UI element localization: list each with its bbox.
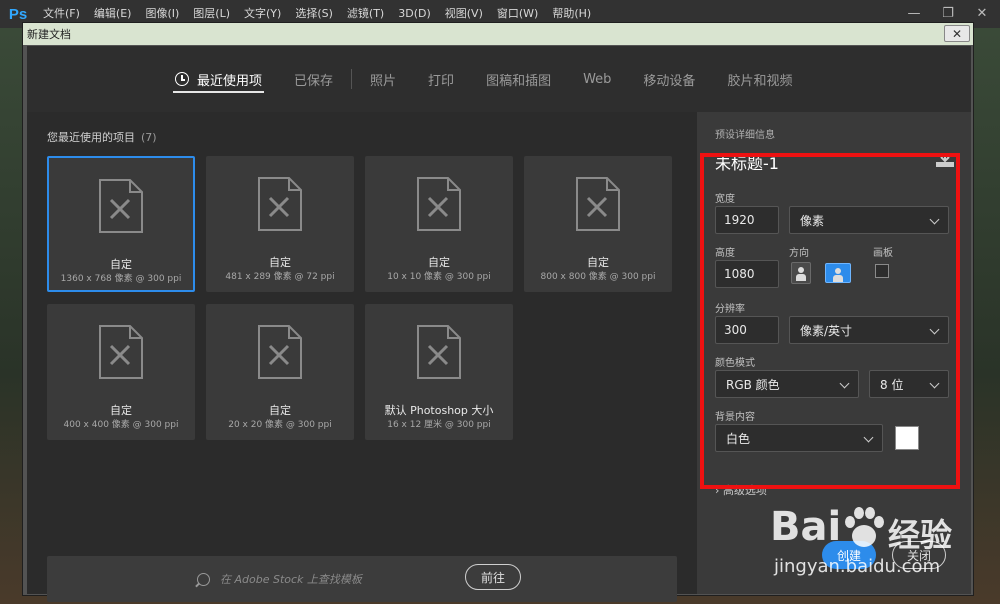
recent-card[interactable]: 自定 10 x 10 像素 @ 300 ppi [365, 156, 513, 292]
recent-card[interactable]: 默认 Photoshop 大小 16 x 12 厘米 @ 300 ppi [365, 304, 513, 440]
document-icon [99, 325, 143, 379]
recent-title: 您最近使用的项目 [47, 131, 135, 144]
document-icon [417, 177, 461, 231]
tab-print[interactable]: 打印 [412, 46, 470, 112]
recent-card[interactable]: 自定 20 x 20 像素 @ 300 ppi [206, 304, 354, 440]
preset-tabs: 最近使用项 已保存 照片 打印 图稿和插图 Web 移动设备 胶片和视频 [27, 46, 971, 112]
document-icon [99, 179, 143, 233]
card-desc: 800 x 800 像素 @ 300 ppi [540, 272, 656, 282]
dialog-titlebar: 新建文档 ✕ [23, 23, 973, 45]
recent-header: 您最近使用的项目 (7) [47, 129, 157, 145]
recent-count: (7) [141, 131, 157, 144]
stock-search-placeholder: 在 Adobe Stock 上查找模板 [220, 573, 362, 586]
recent-card[interactable]: 自定 800 x 800 像素 @ 300 ppi [524, 156, 672, 292]
tab-mobile[interactable]: 移动设备 [627, 46, 711, 112]
card-desc: 481 x 289 像素 @ 72 ppi [225, 272, 335, 282]
create-button[interactable]: 创建 [822, 541, 876, 569]
close-button[interactable]: 关闭 [892, 541, 946, 569]
app-close-button[interactable]: ✕ [970, 2, 994, 24]
highlight-annotation [700, 153, 960, 489]
card-name: 自定 [269, 404, 291, 417]
clock-icon [175, 72, 189, 86]
stock-search-input[interactable]: 在 Adobe Stock 上查找模板 [197, 568, 437, 590]
tab-recent-label: 最近使用项 [197, 73, 263, 89]
card-name: 自定 [587, 256, 609, 269]
recent-card[interactable]: 自定 481 x 289 像素 @ 72 ppi [206, 156, 354, 292]
card-desc: 400 x 400 像素 @ 300 ppi [63, 420, 179, 430]
tab-film-video[interactable]: 胶片和视频 [711, 46, 808, 112]
document-icon [258, 177, 302, 231]
card-name: 自定 [428, 256, 450, 269]
go-button[interactable]: 前往 [465, 564, 521, 590]
restore-button[interactable]: ❐ [936, 2, 960, 24]
card-desc: 1360 x 768 像素 @ 300 ppi [60, 274, 182, 284]
recent-card[interactable]: 自定 1360 x 768 像素 @ 300 ppi [47, 156, 195, 292]
card-name: 自定 [110, 404, 132, 417]
tab-saved[interactable]: 已保存 [278, 46, 349, 112]
recent-card[interactable]: 自定 400 x 400 像素 @ 300 ppi [47, 304, 195, 440]
document-icon [258, 325, 302, 379]
search-icon [197, 572, 210, 586]
card-name: 自定 [110, 258, 132, 271]
card-name: 自定 [269, 256, 291, 269]
document-icon [576, 177, 620, 231]
card-desc: 10 x 10 像素 @ 300 ppi [387, 272, 491, 282]
card-name: 默认 Photoshop 大小 [384, 404, 494, 417]
tab-art-illustration[interactable]: 图稿和插图 [470, 46, 567, 112]
dialog-close-button[interactable]: ✕ [944, 25, 970, 42]
tab-web[interactable]: Web [567, 46, 627, 112]
document-icon [417, 325, 461, 379]
tab-photo[interactable]: 照片 [354, 46, 412, 112]
tab-divider [351, 69, 353, 89]
dialog-title: 新建文档 [27, 28, 71, 41]
stock-search-bar: 在 Adobe Stock 上查找模板 前往 [47, 556, 677, 602]
minimize-button[interactable]: — [902, 2, 926, 24]
window-controls: — ❐ ✕ [902, 2, 994, 24]
card-desc: 20 x 20 像素 @ 300 ppi [228, 420, 332, 430]
tab-recent[interactable]: 最近使用项 [159, 46, 278, 112]
card-desc: 16 x 12 厘米 @ 300 ppi [387, 420, 491, 430]
preset-details-label: 预设详细信息 [715, 130, 775, 141]
